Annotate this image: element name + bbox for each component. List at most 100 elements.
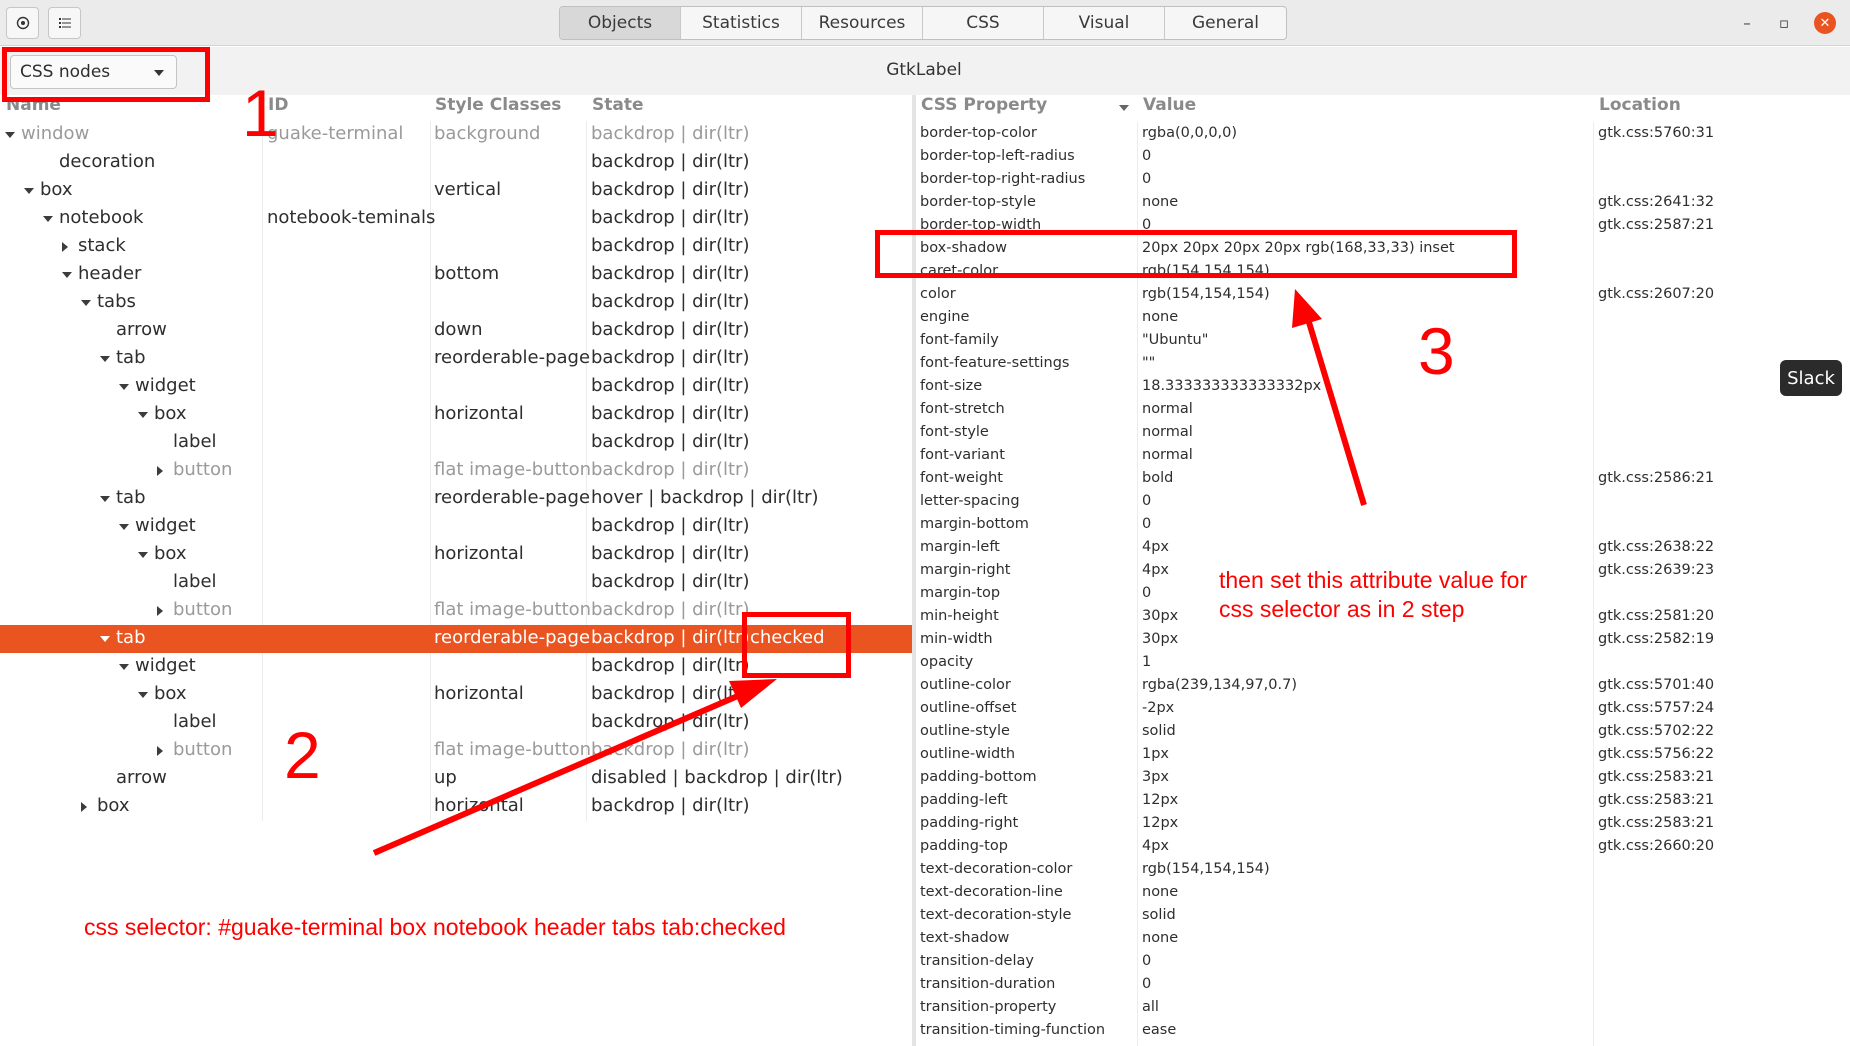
expander-open-icon[interactable] xyxy=(119,664,129,670)
tree-row[interactable]: box vertical backdrop | dir(ltr) xyxy=(0,177,912,205)
tree-row[interactable]: button flat image-button backdrop | dir(lt… xyxy=(0,457,912,485)
tree-row[interactable]: button flat image-button backdrop | dir(lt… xyxy=(0,737,912,765)
tree-row[interactable]: label backdrop | dir(ltr) xyxy=(0,569,912,597)
property-row[interactable]: text-decoration-color rgb(154,154,154) xyxy=(916,859,1850,882)
tree-row[interactable]: notebook notebook-teminals backdrop | dir(… xyxy=(0,205,912,233)
tree-row[interactable]: label backdrop | dir(ltr) xyxy=(0,429,912,457)
column-header-style-classes[interactable]: Style Classes xyxy=(435,95,561,121)
column-header-css-property[interactable]: CSS Property xyxy=(921,95,1047,122)
tree-row[interactable]: label backdrop | dir(ltr) xyxy=(0,709,912,737)
property-row[interactable]: transition-property all xyxy=(916,997,1850,1020)
expander-open-icon[interactable] xyxy=(100,636,110,642)
column-header-location[interactable]: Location xyxy=(1599,95,1681,122)
expander-closed-icon[interactable] xyxy=(157,466,163,476)
tree-row[interactable]: tab reorderable-page backdrop | dir(ltr) xyxy=(0,345,912,373)
property-row[interactable]: transition-timing-function ease xyxy=(916,1020,1850,1043)
tree-row[interactable]: tabs backdrop | dir(ltr) xyxy=(0,289,912,317)
property-row[interactable]: margin-bottom 0 xyxy=(916,514,1850,537)
tree-row[interactable]: widget backdrop | dir(ltr) xyxy=(0,513,912,541)
tab-objects[interactable]: Objects xyxy=(560,7,681,39)
node-state: backdrop | dir(ltr) xyxy=(591,599,750,620)
property-row[interactable]: transition-duration 0 xyxy=(916,974,1850,997)
expander-open-icon[interactable] xyxy=(81,300,91,306)
property-row[interactable]: padding-right 12px gtk.css:2583:21 xyxy=(916,813,1850,836)
expander-open-icon[interactable] xyxy=(43,216,53,222)
maximize-button[interactable]: ▫ xyxy=(1773,12,1795,34)
property-row[interactable]: padding-left 12px gtk.css:2583:21 xyxy=(916,790,1850,813)
property-row[interactable]: font-feature-settings "" xyxy=(916,353,1850,376)
property-row[interactable]: min-width 30px gtk.css:2582:19 xyxy=(916,629,1850,652)
tree-row[interactable]: box horizontal backdrop | dir(ltr) xyxy=(0,541,912,569)
property-row[interactable]: font-stretch normal xyxy=(916,399,1850,422)
tree-row[interactable]: arrow up disabled | backdrop | dir(ltr) xyxy=(0,765,912,793)
tree-row[interactable]: header bottom backdrop | dir(ltr) xyxy=(0,261,912,289)
expander-closed-icon[interactable] xyxy=(157,746,163,756)
property-row[interactable]: color rgb(154,154,154) gtk.css:2607:20 xyxy=(916,284,1850,307)
property-value: 4px xyxy=(1142,838,1170,854)
expander-open-icon[interactable] xyxy=(62,272,72,278)
property-row[interactable]: outline-style solid gtk.css:5702:22 xyxy=(916,721,1850,744)
property-row[interactable]: font-weight bold gtk.css:2586:21 xyxy=(916,468,1850,491)
expander-open-icon[interactable] xyxy=(100,356,110,362)
property-row[interactable]: text-decoration-style solid xyxy=(916,905,1850,928)
tab-resources[interactable]: Resources xyxy=(802,7,923,39)
property-row[interactable]: padding-top 4px gtk.css:2660:20 xyxy=(916,836,1850,859)
property-row[interactable]: border-top-left-radius 0 xyxy=(916,146,1850,169)
property-row[interactable]: outline-color rgba(239,134,97,0.7) gtk.css… xyxy=(916,675,1850,698)
expander-open-icon[interactable] xyxy=(138,692,148,698)
tree-row[interactable]: widget backdrop | dir(ltr) xyxy=(0,373,912,401)
expander-closed-icon[interactable] xyxy=(157,606,163,616)
expander-open-icon[interactable] xyxy=(138,412,148,418)
details-toggle-button[interactable] xyxy=(48,7,81,39)
expander-open-icon[interactable] xyxy=(24,188,34,194)
tab-css[interactable]: CSS xyxy=(923,7,1044,39)
tree-row[interactable]: box horizontal backdrop | dir(ltr) xyxy=(0,793,912,821)
property-row[interactable]: font-style normal xyxy=(916,422,1850,445)
tree-row[interactable]: window guake-terminal background backdrop |… xyxy=(0,121,912,149)
property-row[interactable]: outline-offset -2px gtk.css:5757:24 xyxy=(916,698,1850,721)
property-row[interactable]: border-top-right-radius 0 xyxy=(916,169,1850,192)
property-row[interactable]: outline-width 1px gtk.css:5756:22 xyxy=(916,744,1850,767)
expander-open-icon[interactable] xyxy=(138,552,148,558)
sort-down-icon[interactable] xyxy=(1119,105,1129,111)
minimize-button[interactable]: – xyxy=(1736,12,1758,34)
tree-row[interactable]: arrow down backdrop | dir(ltr) xyxy=(0,317,912,345)
property-row[interactable]: engine none xyxy=(916,307,1850,330)
tab-general[interactable]: General xyxy=(1165,7,1286,39)
expander-closed-icon[interactable] xyxy=(62,242,68,252)
object-picker-button[interactable] xyxy=(6,7,39,39)
node-state: backdrop | dir(ltr) xyxy=(591,179,750,200)
tab-visual[interactable]: Visual xyxy=(1044,7,1165,39)
property-row[interactable]: font-family "Ubuntu" xyxy=(916,330,1850,353)
tree-row[interactable]: tab reorderable-page hover | backdrop | di… xyxy=(0,485,912,513)
tree-row[interactable]: box horizontal backdrop | dir(ltr) xyxy=(0,681,912,709)
tab-statistics[interactable]: Statistics xyxy=(681,7,802,39)
property-row[interactable]: opacity 1 xyxy=(916,652,1850,675)
property-row[interactable]: border-top-color rgba(0,0,0,0) gtk.css:576… xyxy=(916,123,1850,146)
tree-row[interactable]: decoration backdrop | dir(ltr) xyxy=(0,149,912,177)
column-header-state[interactable]: State xyxy=(592,95,644,121)
property-row[interactable]: letter-spacing 0 xyxy=(916,491,1850,514)
property-row[interactable]: border-top-style none gtk.css:2641:32 xyxy=(916,192,1850,215)
property-row[interactable]: font-size 18.333333333333332px xyxy=(916,376,1850,399)
expander-closed-icon[interactable] xyxy=(81,802,87,812)
expander-open-icon[interactable] xyxy=(119,384,129,390)
close-button[interactable]: ✕ xyxy=(1814,12,1836,34)
tree-row[interactable]: box horizontal backdrop | dir(ltr) xyxy=(0,401,912,429)
property-row[interactable]: font-variant normal xyxy=(916,445,1850,468)
property-row[interactable]: text-shadow none xyxy=(916,928,1850,951)
property-row[interactable]: margin-left 4px gtk.css:2638:22 xyxy=(916,537,1850,560)
expander-open-icon[interactable] xyxy=(119,524,129,530)
column-header-value[interactable]: Value xyxy=(1143,95,1196,122)
expander-open-icon[interactable] xyxy=(100,496,110,502)
property-value: -2px xyxy=(1142,700,1175,716)
css-node-tree[interactable]: Name ID Style Classes State window guake-… xyxy=(0,95,912,1046)
node-name: widget xyxy=(135,515,196,536)
property-value: normal xyxy=(1142,424,1193,440)
expander-open-icon[interactable] xyxy=(5,132,15,138)
property-row[interactable]: text-decoration-line none xyxy=(916,882,1850,905)
property-name: margin-bottom xyxy=(920,516,1029,532)
property-row[interactable]: padding-bottom 3px gtk.css:2583:21 xyxy=(916,767,1850,790)
tree-row[interactable]: stack backdrop | dir(ltr) xyxy=(0,233,912,261)
property-row[interactable]: transition-delay 0 xyxy=(916,951,1850,974)
